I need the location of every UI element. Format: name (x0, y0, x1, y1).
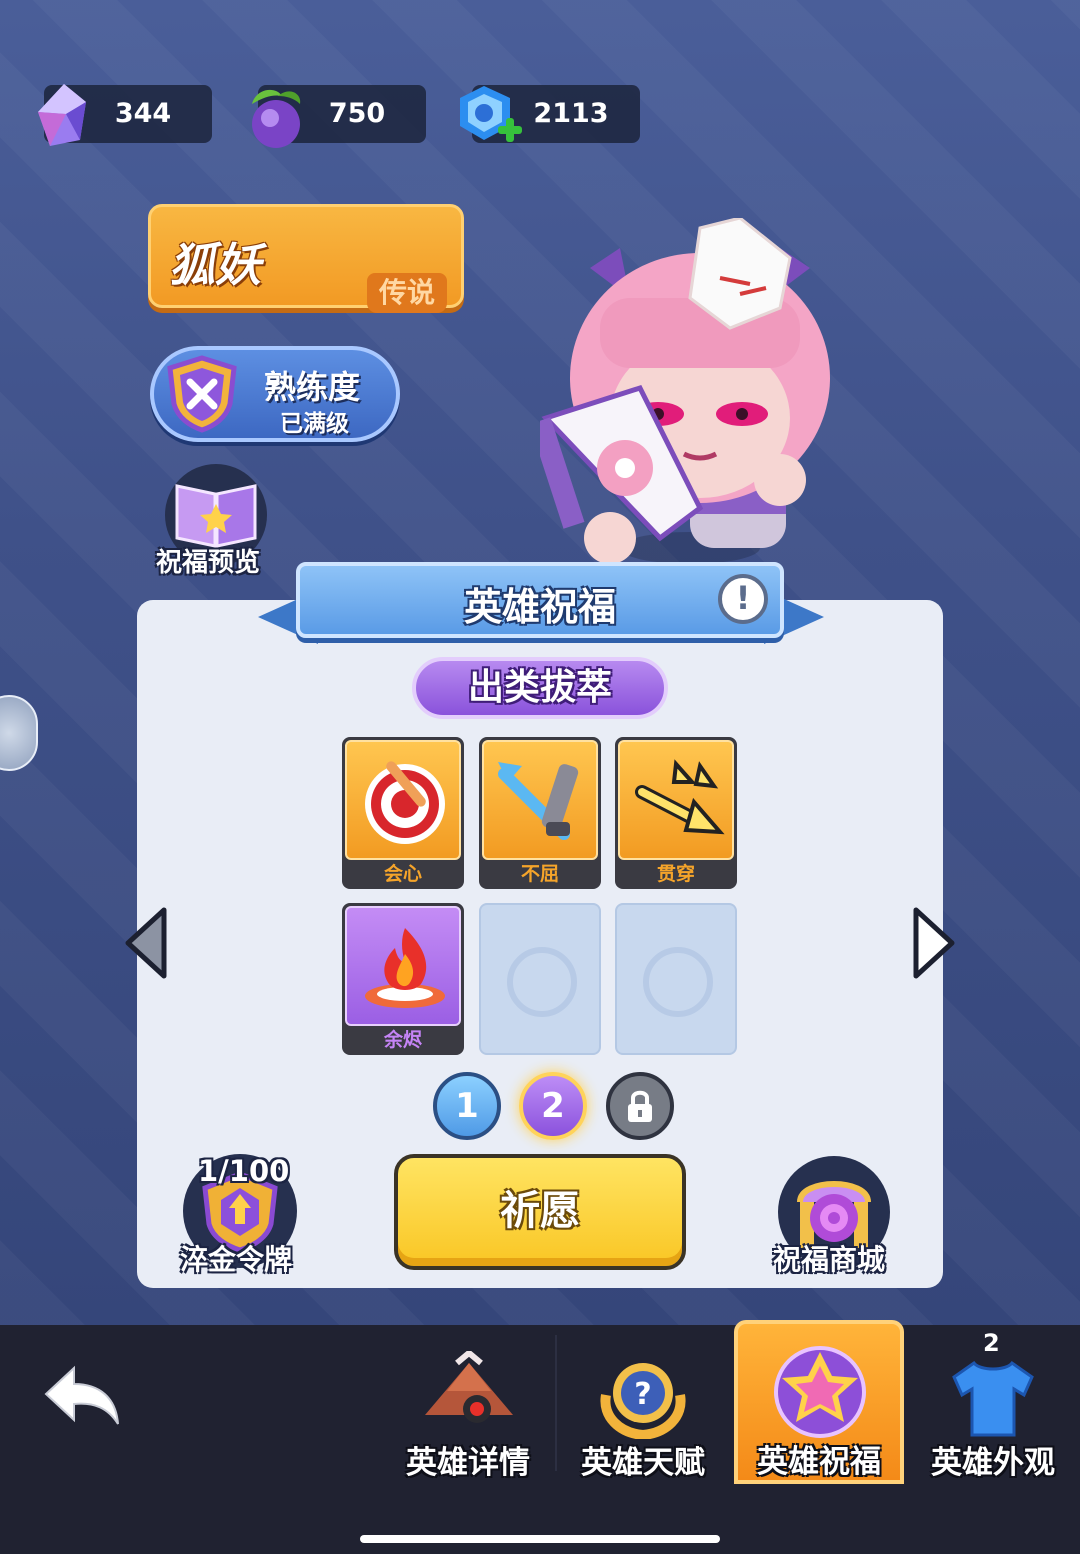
token-count: 1/100 (198, 1154, 290, 1188)
blue-gem-icon (460, 86, 522, 142)
panel-title-ribbon: 英雄祝福 (296, 562, 784, 638)
tab-hero-blessing[interactable]: 英雄祝福 (734, 1320, 904, 1484)
hat-icon (425, 1351, 513, 1423)
blessing-shop-label: 祝福商城 (773, 1243, 886, 1276)
svg-text:?: ? (634, 1377, 651, 1412)
blessing-card-embers[interactable]: 余烬 (342, 903, 464, 1055)
home-strip (0, 1489, 1080, 1554)
mastery-title: 熟练度 (264, 368, 361, 406)
blessing-preview-label: 祝福预览 (156, 548, 261, 578)
panel-title: 英雄祝福 (463, 585, 616, 629)
target-icon (365, 761, 445, 844)
hero-rarity-badge: 传说 (367, 273, 447, 313)
mastery-button[interactable]: 熟练度 已满级 (150, 346, 400, 442)
hero-nameplate: 狐妖 传说 (148, 204, 464, 313)
blessing-card-unyielding[interactable]: 不屈 (479, 737, 601, 889)
empty-card-slot (479, 903, 601, 1055)
back-button[interactable] (40, 1360, 124, 1432)
blessing-star-icon (774, 1346, 866, 1438)
previous-arrow-button[interactable] (124, 906, 168, 980)
back-arrow-icon (44, 1365, 119, 1425)
card-label: 不屈 (520, 863, 559, 885)
empty-card-slot (615, 903, 737, 1055)
blessing-tier-label: 出类拔萃 (412, 657, 668, 719)
tab-label: 英雄祝福 (757, 1444, 881, 1480)
tab-hero-details[interactable]: 英雄详情 (383, 1325, 553, 1485)
appearance-badge: 2 (983, 1329, 1000, 1357)
tab-hero-talents[interactable]: ? 英雄天赋 (558, 1325, 728, 1485)
talent-medal-icon: ? (600, 1363, 686, 1439)
fruit-count: 750 (328, 98, 386, 129)
gem-count: 2113 (533, 98, 609, 129)
next-arrow-button[interactable] (912, 906, 956, 980)
card-art (345, 740, 461, 860)
card-label: 会心 (383, 863, 422, 885)
empty-slot-icon (643, 947, 713, 1017)
crystal-icon (38, 84, 86, 146)
lock-icon (628, 1090, 652, 1122)
tab-label: 英雄天赋 (581, 1445, 705, 1481)
hero-name: 狐妖 (169, 238, 261, 292)
fruit-icon (252, 89, 301, 148)
mastery-shield-icon (167, 355, 237, 433)
tab-label: 英雄外观 (931, 1445, 1055, 1481)
flame-icon (365, 928, 445, 1008)
card-art (618, 740, 734, 860)
shirt-icon (952, 1360, 1034, 1437)
arrows-icon (635, 759, 725, 835)
blessing-card-critical[interactable]: 会心 (342, 737, 464, 889)
page-1-button[interactable]: 1 (433, 1072, 501, 1140)
crystal-count: 344 (114, 98, 172, 129)
card-art (482, 740, 598, 860)
tab-label: 英雄详情 (406, 1445, 530, 1481)
pray-button[interactable]: 祈愿 (394, 1154, 686, 1270)
blessing-card-pierce[interactable]: 贯穿 (615, 737, 737, 889)
card-label: 余烬 (383, 1029, 422, 1051)
tab-hero-appearance[interactable]: 2 英雄外观 (908, 1325, 1078, 1485)
card-art (345, 906, 461, 1026)
empty-slot-icon (507, 947, 577, 1017)
mastery-status: 已满级 (280, 411, 349, 437)
home-indicator[interactable] (360, 1535, 720, 1543)
nav-divider (555, 1335, 557, 1471)
token-label: 淬金令牌 (180, 1243, 293, 1276)
info-icon[interactable]: ! (718, 574, 768, 624)
page-2-button[interactable]: 2 (519, 1072, 587, 1140)
locked-page-button[interactable] (606, 1072, 674, 1140)
sword-icon (498, 762, 579, 840)
hero-character-illustration (540, 218, 830, 564)
card-label: 贯穿 (656, 863, 695, 885)
